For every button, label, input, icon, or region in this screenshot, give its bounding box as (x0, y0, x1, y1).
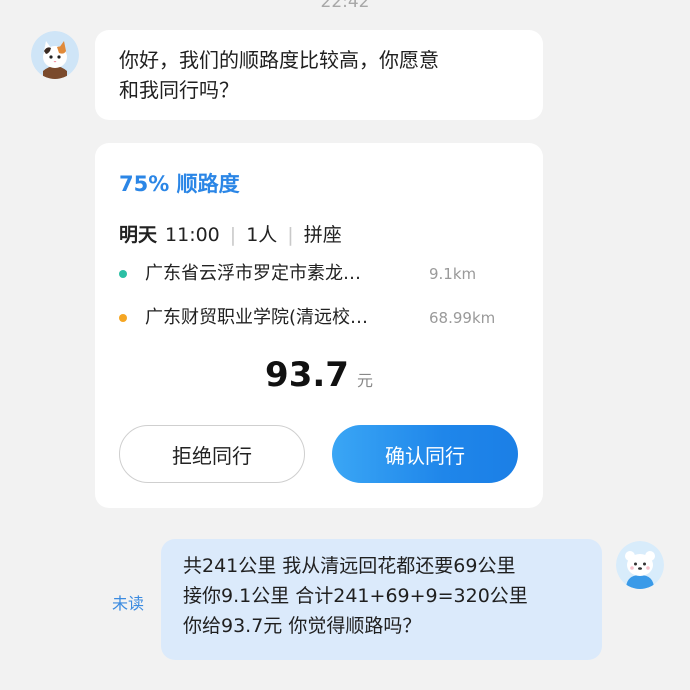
start-stop-name: 广东省云浮市罗定市素龙… (145, 263, 361, 284)
price-unit: 元 (356, 371, 373, 390)
end-stop-distance: 68.99km (429, 309, 496, 327)
trip-info-row: 明天 11:00 | 1人 | 拼座 (119, 221, 342, 249)
incoming-message-line-1: 你好，我们的顺路度比较高，你愿意 (119, 48, 439, 72)
end-stop-name: 广东财贸职业学院(清远校… (145, 307, 369, 328)
white-bear-avatar-icon[interactable] (616, 541, 664, 589)
trip-passengers: 1人 (246, 224, 278, 246)
trip-date: 明天 (119, 224, 158, 246)
end-stop: 广东财贸职业学院(清远校… 68.99km (119, 305, 495, 331)
divider: | (287, 224, 294, 246)
incoming-message-line-2: 和我同行吗？ (119, 78, 239, 102)
end-dot-icon (119, 314, 127, 322)
trip-time: 11:00 (165, 224, 220, 246)
start-dot-icon (119, 270, 127, 278)
calico-cat-avatar-icon[interactable] (31, 31, 79, 79)
outgoing-message-line-2: 接你9.1公里 合计241+69+9=320公里 (183, 585, 528, 607)
divider: | (229, 224, 237, 246)
chat-timestamp: 22:42 (320, 0, 370, 12)
route-match-label: 75% 顺路度 (119, 172, 240, 196)
price: 93.7 元 (95, 355, 543, 395)
confirm-button[interactable]: 确认同行 (332, 425, 518, 483)
trip-invitation-card[interactable]: 75% 顺路度 明天 11:00 | 1人 | 拼座 广东省云浮市罗定市素龙… … (95, 143, 543, 508)
outgoing-message-bubble[interactable]: 共241公里 我从清远回花都还要69公里 接你9.1公里 合计241+69+9=… (161, 539, 602, 660)
trip-ride-type: 拼座 (303, 224, 342, 246)
price-amount: 93.7 (265, 355, 349, 395)
start-stop-distance: 9.1km (429, 265, 477, 283)
start-stop: 广东省云浮市罗定市素龙… 9.1km (119, 261, 476, 287)
incoming-message-bubble[interactable]: 你好，我们的顺路度比较高，你愿意 和我同行吗？ (95, 30, 543, 120)
reject-button[interactable]: 拒绝同行 (119, 425, 305, 483)
unread-status: 未读 (112, 594, 145, 613)
outgoing-message-line-3: 你给93.7元 你觉得顺路吗？ (183, 615, 422, 637)
outgoing-message-line-1: 共241公里 我从清远回花都还要69公里 (183, 555, 516, 577)
